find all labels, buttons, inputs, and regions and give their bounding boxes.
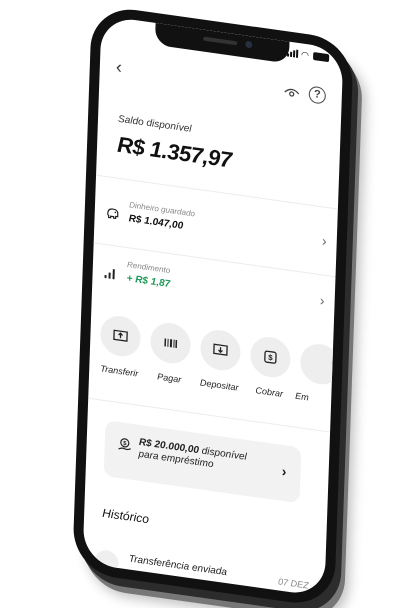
more-button[interactable] xyxy=(299,341,342,387)
battery-icon xyxy=(312,51,330,63)
signal-icon xyxy=(287,48,299,58)
eye-icon[interactable] xyxy=(284,83,301,101)
barcode-icon xyxy=(164,338,178,349)
pay-button[interactable] xyxy=(149,320,192,366)
piggy-bank-icon xyxy=(107,208,119,220)
pay-action[interactable]: Pagar xyxy=(145,320,195,386)
charge-action[interactable]: $ Cobrar xyxy=(245,334,295,400)
savings-value: R$ 1.047,00 xyxy=(128,213,184,232)
more-action[interactable]: Em xyxy=(295,341,343,407)
loan-offer-text: R$ 20.000,00 disponível para empréstimo xyxy=(138,437,247,476)
deposit-label: Depositar xyxy=(199,377,239,393)
charge-button[interactable]: $ xyxy=(249,334,292,380)
transfer-button[interactable] xyxy=(99,313,142,359)
balance-value: R$ 1.357,97 xyxy=(116,131,232,173)
history-title: Histórico xyxy=(102,505,150,527)
money-hand-icon: $ xyxy=(118,438,131,451)
deposit-action[interactable]: Depositar xyxy=(195,327,245,393)
pay-label: Pagar xyxy=(157,371,182,385)
phone-frame: ◠ ‹ ? Saldo disponível R$ 1.357,97 Dinhe… xyxy=(72,4,354,608)
chevron-right-icon: › xyxy=(281,462,287,480)
transfer-label: Transferir xyxy=(100,363,139,379)
wifi-icon: ◠ xyxy=(300,49,310,61)
status-bar-icons: ◠ xyxy=(287,48,330,63)
chevron-right-icon: › xyxy=(319,292,325,309)
phone-screen: ◠ ‹ ? Saldo disponível R$ 1.357,97 Dinhe… xyxy=(82,15,344,597)
yield-row[interactable]: Rendimento + R$ 1,87 › xyxy=(92,252,335,326)
loan-offer-card[interactable]: $ R$ 20.000,00 disponível para empréstim… xyxy=(103,420,302,504)
transaction-title: Transferência enviada xyxy=(128,553,228,579)
growth-bars-icon xyxy=(104,269,115,280)
top-bar: ‹ ? xyxy=(116,56,329,107)
deposit-icon xyxy=(213,343,228,356)
charge-icon: $ xyxy=(264,350,277,364)
transaction-date: 07 DEZ xyxy=(277,576,309,591)
yield-label: Rendimento xyxy=(126,260,171,276)
transaction-row[interactable]: Transferência enviada 07 DEZ xyxy=(82,543,325,597)
svg-text:$: $ xyxy=(268,353,273,363)
deposit-button[interactable] xyxy=(199,327,242,373)
transfer-action[interactable]: Transferir xyxy=(95,313,145,379)
help-icon[interactable]: ? xyxy=(308,85,327,105)
phone-notch xyxy=(154,22,290,64)
balance-label: Saldo disponível xyxy=(117,113,192,135)
transfer-icon xyxy=(113,329,128,342)
yield-value: + R$ 1,87 xyxy=(126,273,171,291)
transfer-icon xyxy=(94,548,119,577)
product-mockup: ◠ ‹ ? Saldo disponível R$ 1.357,97 Dinhe… xyxy=(0,0,420,608)
speaker-grille xyxy=(203,36,238,46)
chevron-left-icon[interactable]: ‹ xyxy=(116,56,137,80)
camera-dot xyxy=(245,40,253,49)
charge-label: Cobrar xyxy=(255,385,284,399)
more-label: Em xyxy=(295,390,309,403)
chevron-right-icon: › xyxy=(321,232,328,249)
